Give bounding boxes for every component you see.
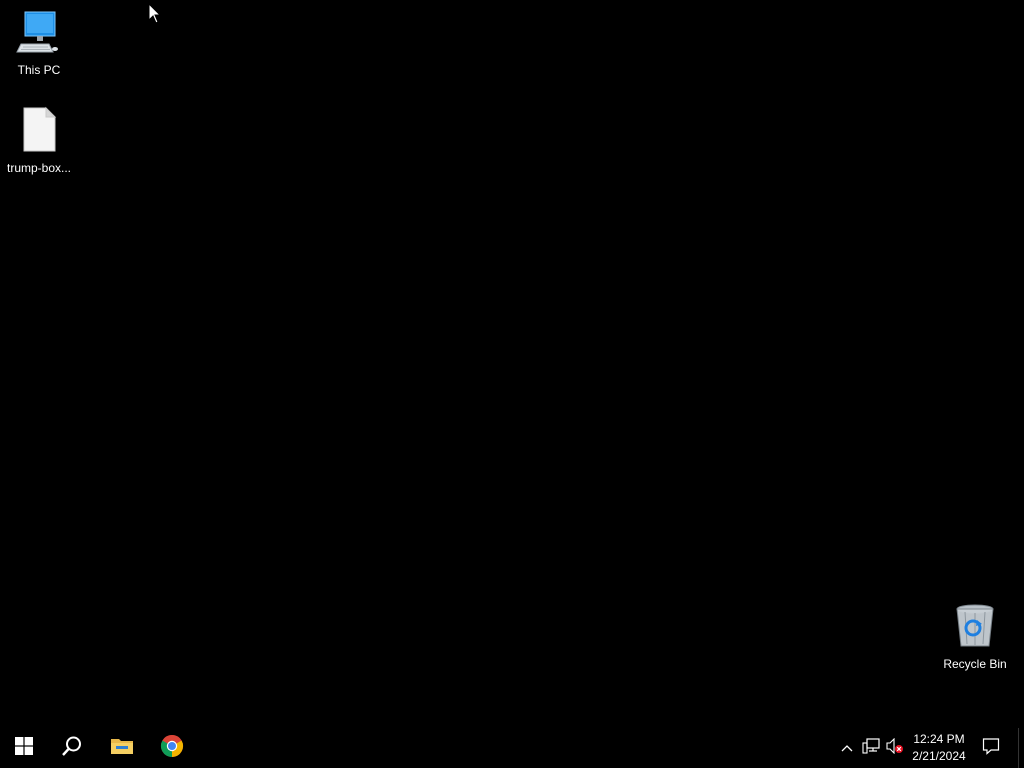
show-hidden-icons-button[interactable] — [836, 728, 858, 768]
volume-tray-button[interactable] — [884, 728, 906, 768]
volume-muted-icon — [886, 737, 904, 759]
show-desktop-button[interactable] — [1018, 728, 1024, 768]
clock-date: 2/21/2024 — [912, 749, 966, 763]
windows-logo-icon — [15, 736, 33, 760]
start-button[interactable] — [0, 728, 48, 768]
clock-time: 12:24 PM — [913, 732, 965, 746]
mouse-cursor-icon — [148, 2, 162, 30]
computer-icon — [1, 8, 77, 59]
desktop[interactable]: This PC trump-box... Recycle Bin — [0, 0, 1024, 728]
notification-icon — [982, 737, 1000, 760]
file-explorer-button[interactable] — [98, 728, 146, 768]
chrome-button[interactable] — [148, 728, 196, 768]
desktop-icon-label: This PC — [17, 63, 61, 77]
desktop-icon-label: Recycle Bin — [943, 657, 1007, 671]
clock-button[interactable]: 12:24 PM 2/21/2024 — [908, 728, 970, 768]
network-tray-button[interactable] — [860, 728, 882, 768]
search-icon — [61, 735, 83, 762]
recycle-bin-icon — [937, 602, 1013, 653]
search-button[interactable] — [48, 728, 96, 768]
network-icon — [862, 737, 880, 759]
desktop-icon-recycle-bin[interactable]: Recycle Bin — [937, 602, 1013, 671]
folder-icon — [110, 736, 134, 761]
chevron-up-icon — [841, 739, 853, 757]
chrome-icon — [160, 734, 184, 763]
blank-document-icon — [1, 106, 77, 157]
desktop-icon-this-pc[interactable]: This PC — [1, 8, 77, 77]
desktop-icon-file[interactable]: trump-box... — [1, 106, 77, 175]
taskbar: 12:24 PM 2/21/2024 — [0, 728, 1024, 768]
desktop-icon-label: trump-box... — [6, 161, 72, 175]
action-center-button[interactable] — [976, 728, 1006, 768]
